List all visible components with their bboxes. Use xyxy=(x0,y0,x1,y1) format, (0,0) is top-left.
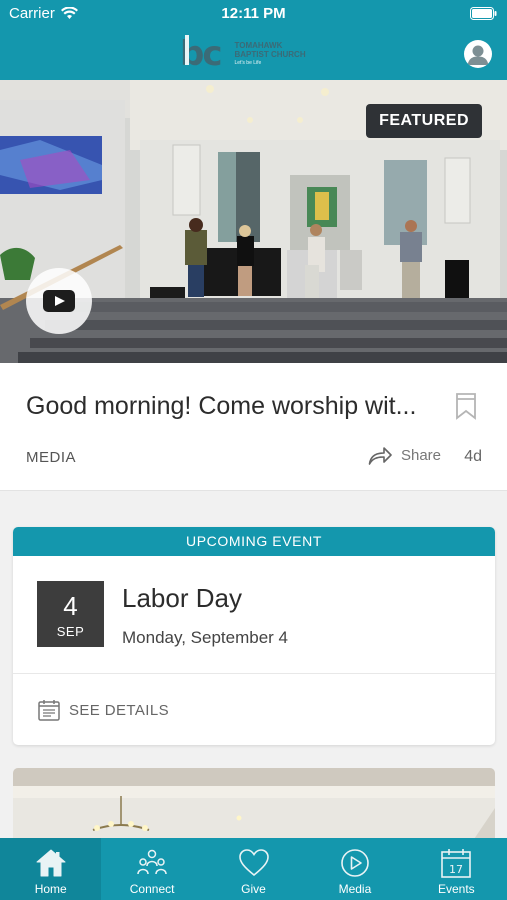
tab-events[interactable]: 17 Events xyxy=(406,838,507,900)
clock: 12:11 PM xyxy=(221,5,286,22)
tab-media[interactable]: Media xyxy=(304,838,405,900)
chandelier-image xyxy=(13,768,495,848)
people-icon xyxy=(137,849,167,875)
post-category: MEDIA xyxy=(26,449,77,466)
tab-give-label: Give xyxy=(241,882,266,896)
tab-connect[interactable]: Connect xyxy=(101,838,202,900)
battery-icon xyxy=(470,7,497,20)
video-play-button[interactable] xyxy=(26,268,92,334)
event-date-badge: 4 SEP xyxy=(37,581,104,647)
share-label: Share xyxy=(400,447,441,464)
event-month: SEP xyxy=(56,624,85,639)
featured-badge: FEATURED xyxy=(366,104,482,138)
divider xyxy=(13,673,495,674)
upcoming-event-card[interactable]: UPCOMING EVENT 4 SEP Labor Day Monday, S… xyxy=(13,527,495,745)
profile-avatar-button[interactable] xyxy=(464,40,492,68)
see-details-label: SEE DETAILS xyxy=(69,701,169,719)
bookmark-icon[interactable] xyxy=(455,392,477,420)
tab-give[interactable]: Give xyxy=(203,838,304,900)
app-header: bc TOMAHAWK BAPTIST CHURCH Let's be Life xyxy=(0,28,507,80)
tab-home-label: Home xyxy=(34,882,67,896)
event-date: Monday, September 4 xyxy=(122,628,288,647)
share-arrow-icon xyxy=(368,447,392,465)
svg-text:17: 17 xyxy=(449,863,463,876)
tab-home[interactable]: Home xyxy=(0,838,102,900)
post-age: 4d xyxy=(464,448,482,465)
event-day: 4 xyxy=(63,591,78,621)
heart-icon xyxy=(238,849,269,877)
calendar-icon: 17 xyxy=(441,849,472,878)
user-icon xyxy=(467,45,489,65)
tab-events-label: Events xyxy=(437,882,475,896)
church-logo[interactable]: bc TOMAHAWK BAPTIST CHURCH Let's be Life xyxy=(180,34,330,74)
logo-mark: bc xyxy=(180,34,222,74)
post-title[interactable]: Good morning! Come worship wit... xyxy=(26,392,436,421)
home-icon xyxy=(36,849,66,877)
logo-wordmark: TOMAHAWK BAPTIST CHURCH Let's be Life xyxy=(234,40,306,66)
play-circle-icon xyxy=(341,849,369,877)
event-card-header: UPCOMING EVENT xyxy=(13,527,495,556)
featured-post-card[interactable]: FEATURED Good morning! Come worship wit.… xyxy=(0,80,507,491)
share-button[interactable]: Share xyxy=(368,446,441,465)
tab-connect-label: Connect xyxy=(129,882,175,896)
bottom-tab-bar: Home Connect Give Media 17 Events xyxy=(0,838,507,900)
next-post-card[interactable] xyxy=(13,768,495,848)
play-icon xyxy=(43,290,75,312)
calendar-details-icon xyxy=(38,700,60,721)
tab-media-label: Media xyxy=(338,882,372,896)
status-bar: Carrier 12:11 PM xyxy=(0,0,507,28)
see-details-button[interactable]: SEE DETAILS xyxy=(37,698,169,722)
event-title[interactable]: Labor Day xyxy=(122,583,242,614)
featured-video-thumbnail[interactable]: FEATURED xyxy=(0,80,507,363)
